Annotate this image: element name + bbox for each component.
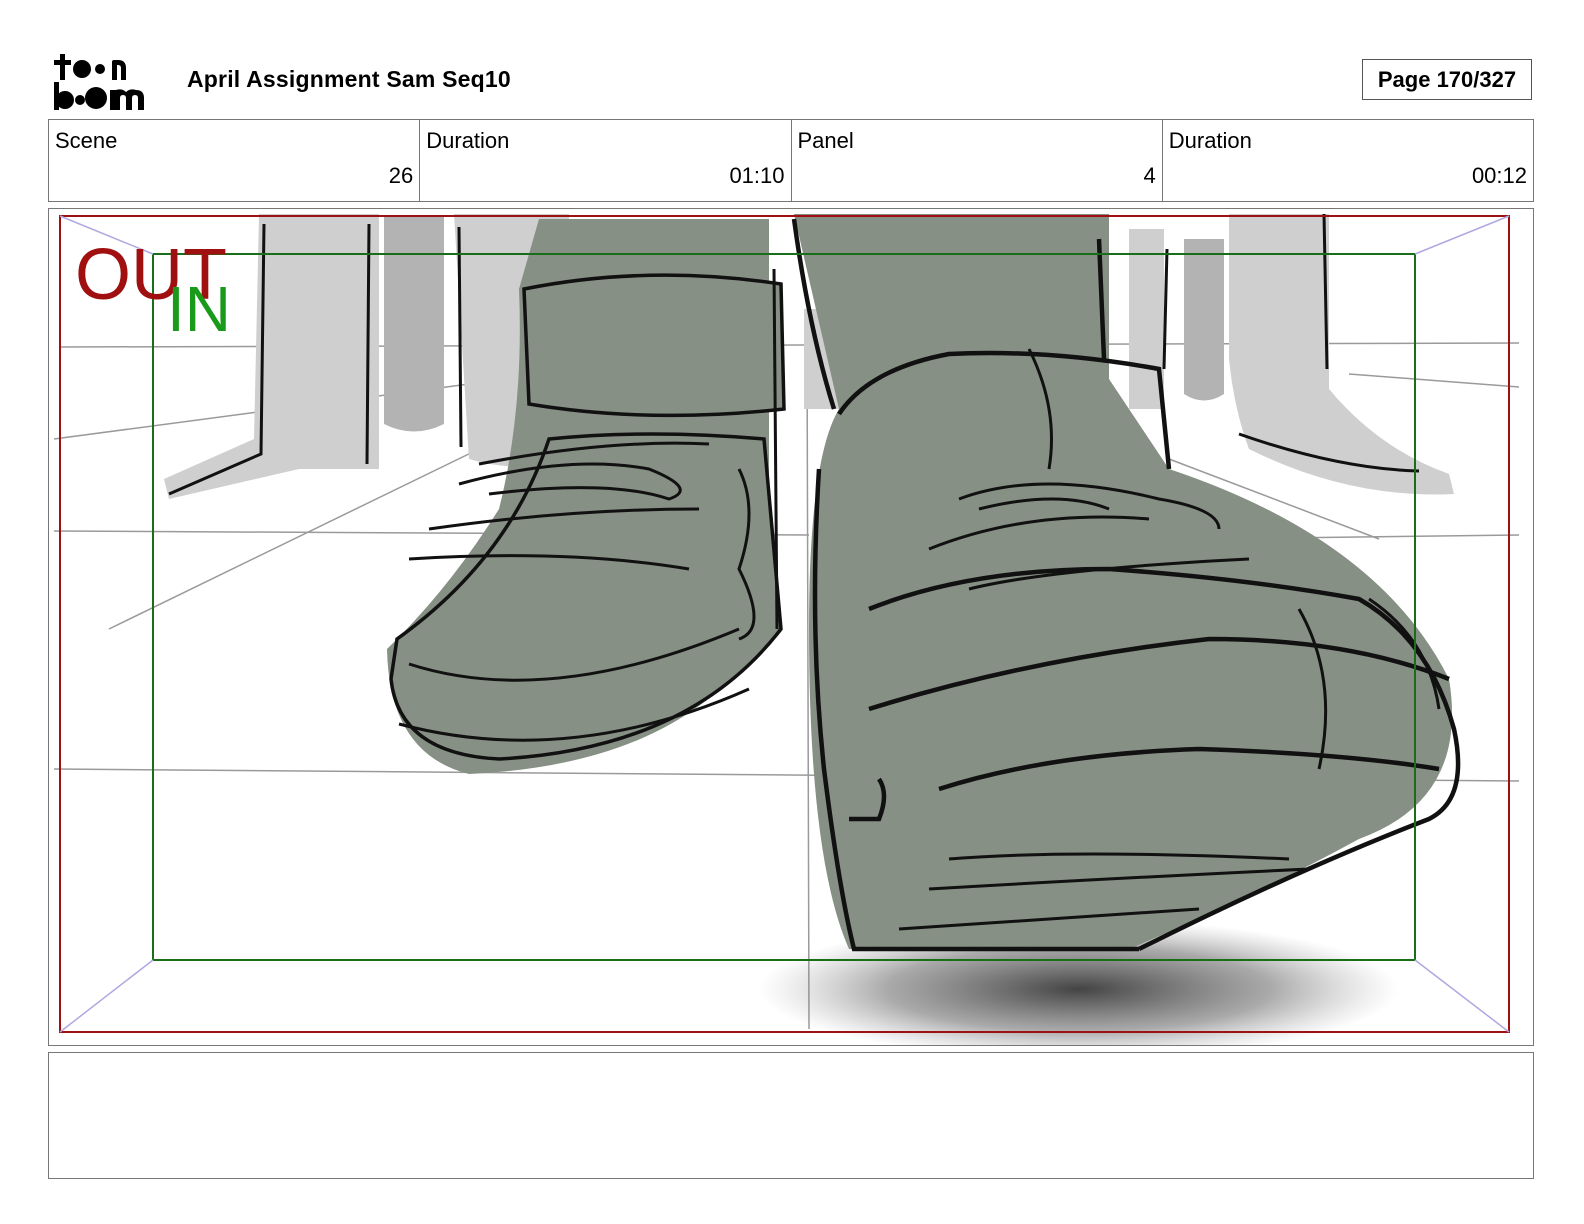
panel-value: 4 <box>1143 163 1156 188</box>
scene-label: Scene <box>55 128 118 153</box>
storyboard-panel: OUT IN <box>48 208 1534 1046</box>
toon-boom-logo <box>52 52 164 110</box>
panel-label: Panel <box>797 128 854 153</box>
scene-duration-cell: Duration 01:10 <box>420 120 792 201</box>
scene-info-table: Scene 26 Duration 01:10 Panel 4 Duration… <box>48 119 1534 202</box>
in-frame-label: IN <box>167 273 231 345</box>
page-indicator: Page 170/327 <box>1362 59 1532 100</box>
left-shoe <box>387 219 786 774</box>
scene-duration-value: 01:10 <box>729 163 785 188</box>
document-title: April Assignment Sam Seq10 <box>187 66 511 92</box>
scene-value: 26 <box>388 163 414 188</box>
right-shoe <box>791 214 1461 952</box>
scene-cell: Scene 26 <box>49 120 421 201</box>
panel-duration-value: 00:12 <box>1471 163 1527 188</box>
scene-duration-label: Duration <box>426 128 510 153</box>
dialogue-box <box>48 1052 1534 1179</box>
panel-duration-label: Duration <box>1168 128 1252 153</box>
panel-cell: Panel 4 <box>792 120 1163 201</box>
panel-drawing <box>53 213 1520 1045</box>
panel-duration-cell: Duration 00:12 <box>1163 120 1533 201</box>
